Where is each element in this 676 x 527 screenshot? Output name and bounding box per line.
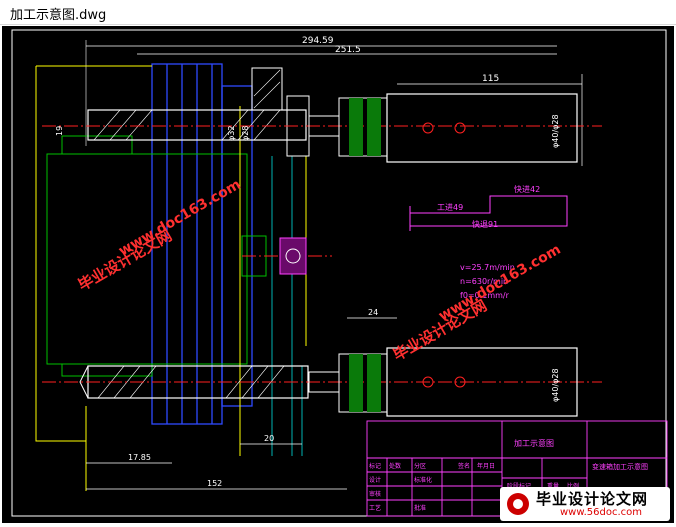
- footer-watermark-url: www.56doc.com: [560, 507, 643, 518]
- logo-icon: [507, 493, 529, 515]
- tb-mark: 标记: [369, 462, 381, 470]
- dim-text-29459: 294.59: [302, 36, 334, 46]
- upper-spindle: [87, 67, 310, 157]
- tb-ymd: 年月日: [477, 462, 495, 470]
- tb-approve: 批准: [414, 504, 426, 512]
- cad-drawing: 294.59 251.5 115 19 φ32 φ28 φ40/φ28 φ40/…: [11, 29, 668, 517]
- dim-text-1785: 17.85: [128, 453, 151, 462]
- guide-bushing: [279, 237, 307, 275]
- tb-checker: 审核: [369, 490, 381, 498]
- dim-text-19: 19: [55, 126, 64, 136]
- tb-process: 工艺: [369, 504, 381, 512]
- dim-text-phi40-bottom: φ40/φ28: [551, 368, 560, 402]
- upper-power-head: [308, 93, 578, 163]
- feed-work-label: 工进49: [437, 203, 463, 212]
- dim-text-2515: 251.5: [335, 45, 361, 55]
- tb-drawing-name: 加工示意图: [514, 438, 554, 448]
- dim-text-24: 24: [368, 308, 378, 317]
- window-title-bar: 加工示意图.dwg: [0, 0, 676, 25]
- guide-lines: [271, 156, 303, 456]
- tb-count: 处数: [389, 462, 401, 470]
- window-title: 加工示意图.dwg: [10, 8, 107, 23]
- feed-return-label: 快退91: [472, 219, 498, 229]
- dim-text-20: 20: [264, 434, 274, 443]
- tb-standard: 标准化: [414, 476, 432, 484]
- dim-text-phi32: φ32: [227, 126, 236, 141]
- tb-part-name: 变速箱加工示意图: [592, 462, 648, 471]
- tb-designer: 设计: [369, 476, 381, 484]
- footer-watermark-title: 毕业设计论文网: [536, 490, 649, 508]
- dim-text-phi28: φ28: [241, 126, 250, 141]
- dim-text-115: 115: [482, 74, 499, 84]
- tb-partition: 分区: [414, 462, 426, 470]
- tb-sign: 签名: [458, 462, 470, 470]
- watermark-site-2: 毕业设计论文网: [390, 296, 490, 364]
- watermark-site-1: 毕业设计论文网: [75, 226, 175, 294]
- dim-text-152: 152: [207, 479, 222, 488]
- drawing-canvas[interactable]: 294.59 251.5 115 19 φ32 φ28 φ40/φ28 φ40/…: [2, 26, 674, 523]
- workpiece-outline: [46, 135, 267, 377]
- footer-watermark: 毕业设计论文网 www.56doc.com: [500, 487, 670, 521]
- dim-text-phi40-top: φ40/φ28: [551, 114, 560, 148]
- feed-fast-label: 快进42: [514, 184, 540, 194]
